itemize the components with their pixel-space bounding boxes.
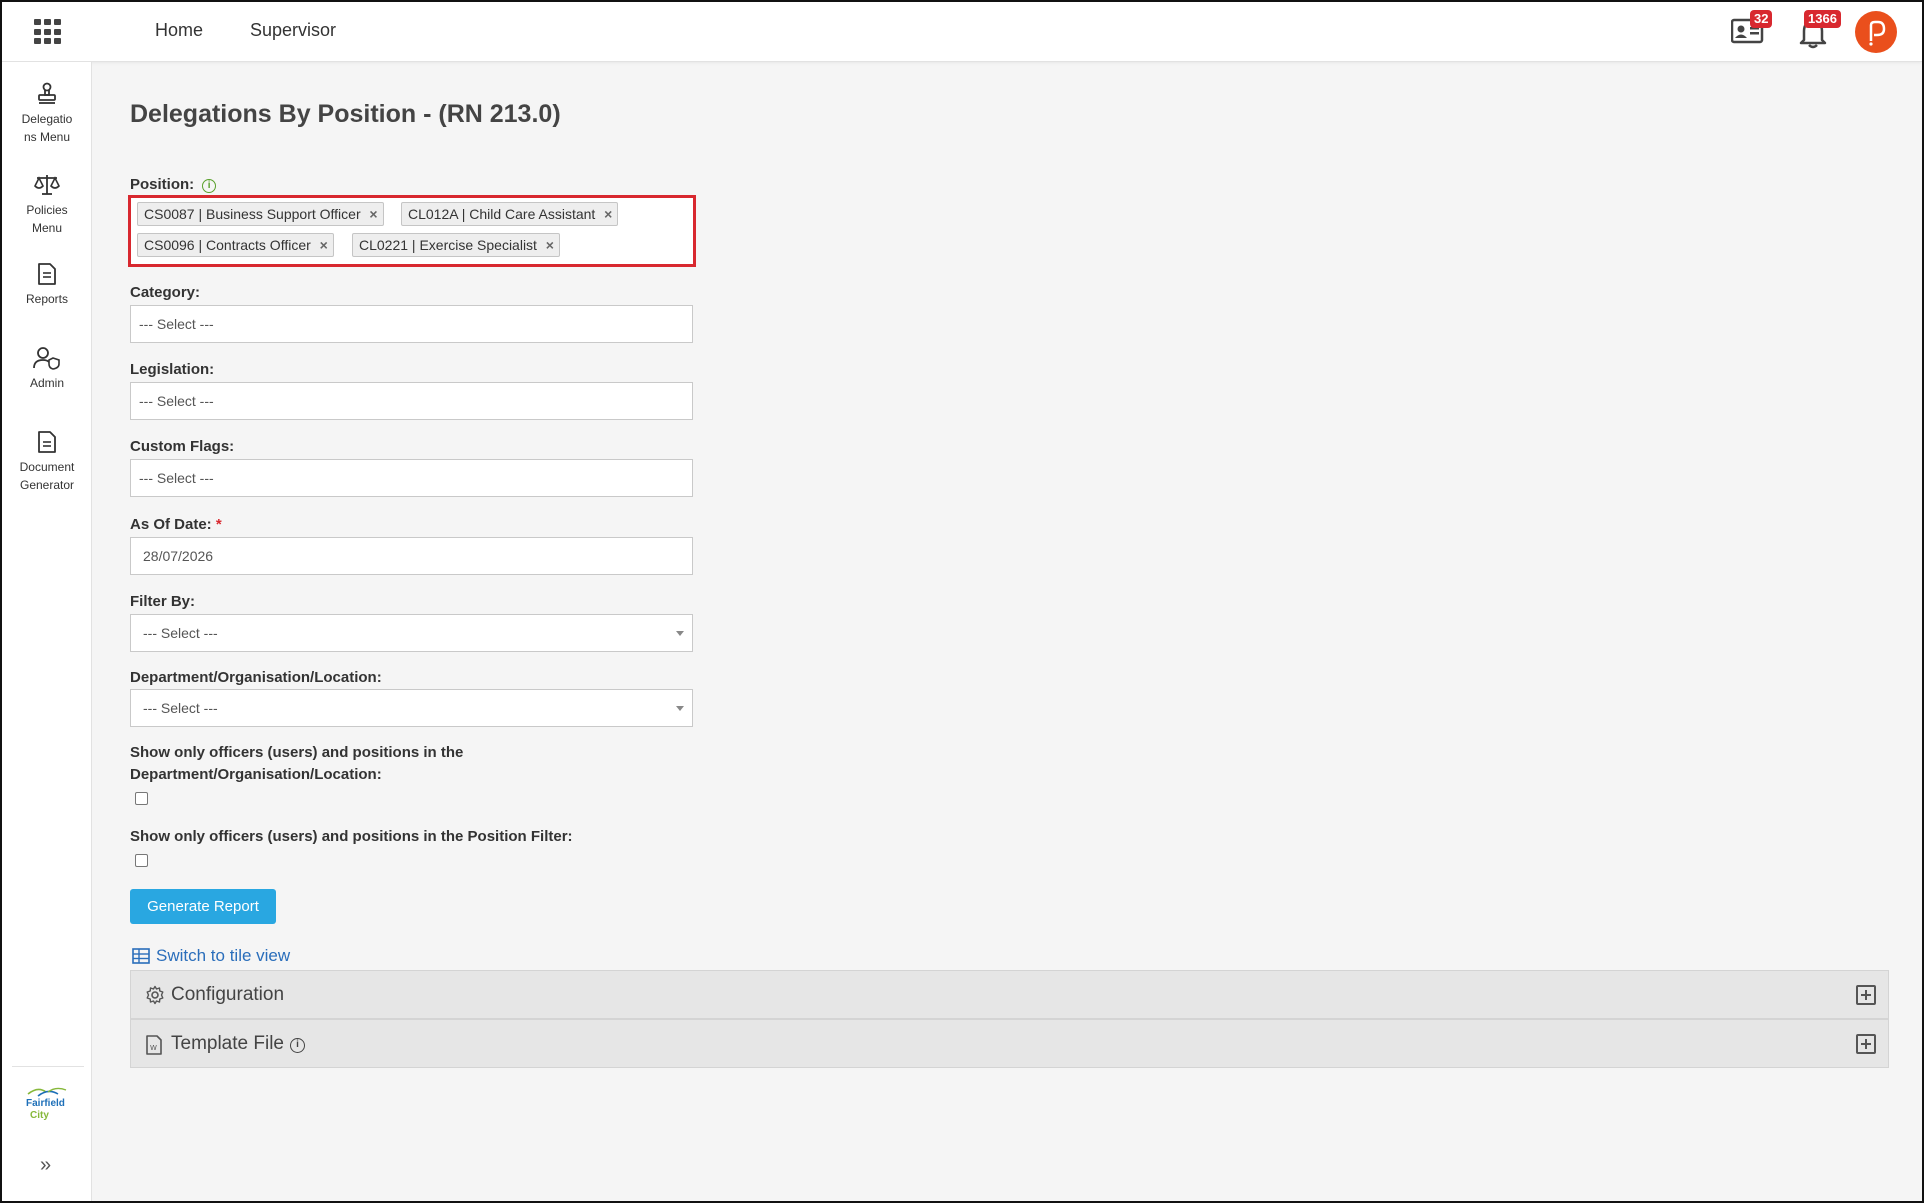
- filter-by-dropdown[interactable]: --- Select ---: [130, 614, 693, 652]
- logo-text-fairfield: Fairfield: [26, 1098, 65, 1109]
- admin-user-icon: [33, 347, 60, 370]
- info-icon[interactable]: i: [202, 179, 217, 193]
- gear-icon: [146, 985, 164, 1005]
- show-dept-officers-label-line1: Show only officers (users) and positions…: [130, 744, 464, 761]
- chevron-down-icon: [676, 631, 684, 636]
- custom-flags-label: Custom Flags:: [130, 438, 235, 455]
- sidebar-divider: [12, 1066, 84, 1067]
- svg-text:W: W: [150, 1044, 157, 1052]
- category-select[interactable]: --- Select ---: [130, 305, 693, 343]
- show-position-officers-label: Show only officers (users) and positions…: [130, 828, 573, 845]
- chevron-down-icon: [676, 706, 684, 711]
- position-tag: CS0096 | Contracts Officer ×: [137, 233, 334, 257]
- remove-tag-icon[interactable]: ×: [369, 203, 377, 225]
- sidebar-item-delegations-menu[interactable]: Delegatio ns Menu: [2, 82, 92, 146]
- top-navigation-bar: Home Supervisor 32 1366: [2, 2, 1922, 62]
- notifications-count-badge: 1366: [1804, 10, 1841, 28]
- remove-tag-icon[interactable]: ×: [604, 203, 612, 225]
- switch-to-tile-view-link[interactable]: Switch to tile view: [132, 946, 290, 966]
- sidebar-item-label-line2: ns Menu: [23, 130, 71, 144]
- position-tag: CS0087 | Business Support Officer ×: [137, 202, 384, 226]
- legislation-select[interactable]: --- Select ---: [130, 382, 693, 420]
- left-sidebar: Delegatio ns Menu Policies Menu Reports: [2, 62, 92, 1201]
- filter-by-label: Filter By:: [130, 593, 196, 610]
- info-icon[interactable]: i: [290, 1038, 305, 1053]
- nav-supervisor-link[interactable]: Supervisor: [250, 20, 336, 41]
- word-file-icon: W: [146, 1035, 162, 1055]
- as-of-date-label: As Of Date: *: [130, 516, 222, 533]
- position-tag: CL0221 | Exercise Specialist ×: [352, 233, 560, 257]
- department-label: Department/Organisation/Location:: [130, 669, 382, 686]
- stamp-icon: [38, 82, 56, 104]
- user-avatar[interactable]: [1855, 11, 1897, 53]
- position-tag: CL012A | Child Care Assistant ×: [401, 202, 619, 226]
- template-file-panel-header[interactable]: W Template File i: [130, 1019, 1889, 1068]
- sidebar-item-label-line2: Generator: [19, 478, 75, 492]
- legislation-label: Legislation:: [130, 361, 215, 378]
- sidebar-item-document-generator[interactable]: Document Generator: [2, 430, 92, 494]
- app-launcher-grid-icon[interactable]: [34, 19, 62, 45]
- sidebar-item-policies-menu[interactable]: Policies Menu: [2, 173, 92, 237]
- contacts-count-badge: 32: [1750, 10, 1773, 28]
- show-dept-officers-label-line2: Department/Organisation/Location:: [130, 766, 382, 783]
- sidebar-item-label-line2: Menu: [31, 221, 63, 235]
- sidebar-item-label: Admin: [29, 376, 64, 390]
- expand-plus-icon[interactable]: [1856, 1034, 1876, 1054]
- logo-text-city: City: [30, 1110, 49, 1121]
- expand-sidebar-icon[interactable]: »: [40, 1154, 51, 1177]
- user-logo-icon: [1869, 20, 1886, 46]
- required-asterisk: *: [215, 516, 222, 533]
- as-of-date-input[interactable]: 28/07/2026: [130, 537, 693, 575]
- category-label: Category:: [130, 284, 201, 301]
- page-title: Delegations By Position - (RN 213.0): [130, 100, 561, 128]
- report-icon: [38, 263, 56, 285]
- sidebar-item-label: Document: [19, 460, 75, 474]
- expand-plus-icon[interactable]: [1856, 985, 1876, 1005]
- sidebar-item-label: Delegatio: [21, 112, 73, 126]
- generate-report-button[interactable]: Generate Report: [130, 889, 276, 924]
- app-window: Home Supervisor 32 1366 Delegatio ns Men…: [0, 0, 1924, 1203]
- sidebar-item-label: Policies: [26, 203, 68, 217]
- remove-tag-icon[interactable]: ×: [546, 234, 554, 256]
- scales-icon: [34, 175, 60, 195]
- sidebar-item-label: Reports: [25, 292, 69, 306]
- department-dropdown[interactable]: --- Select ---: [130, 689, 693, 727]
- position-multiselect[interactable]: CS0087 | Business Support Officer × CL012…: [128, 195, 696, 267]
- position-label: Position: i: [130, 176, 217, 193]
- sidebar-item-admin[interactable]: Admin: [2, 346, 92, 392]
- configuration-panel-header[interactable]: Configuration: [130, 970, 1889, 1019]
- sidebar-item-reports[interactable]: Reports: [2, 262, 92, 308]
- remove-tag-icon[interactable]: ×: [320, 234, 328, 256]
- nav-home-link[interactable]: Home: [155, 20, 203, 41]
- show-position-officers-checkbox[interactable]: [135, 854, 148, 867]
- show-dept-officers-checkbox[interactable]: [135, 792, 148, 805]
- document-icon: [38, 431, 56, 453]
- table-grid-icon: [132, 948, 150, 964]
- custom-flags-select[interactable]: --- Select ---: [130, 459, 693, 497]
